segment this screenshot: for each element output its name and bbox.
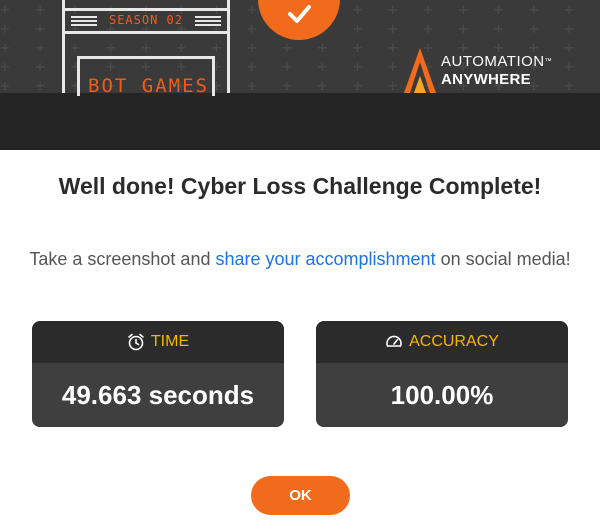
accuracy-value: 100.00% bbox=[316, 363, 568, 427]
brand-wordmark: AUTOMATION™ ANYWHERE bbox=[441, 53, 553, 88]
checkmark-icon bbox=[288, 5, 311, 23]
share-accomplishment-link[interactable]: share your accomplishment bbox=[215, 249, 435, 269]
arcade-cabinet-graphic: SEASON 02 BOT GAMES bbox=[62, 0, 230, 97]
accuracy-label: ACCURACY bbox=[409, 333, 499, 350]
dialog-subtitle: Take a screenshot and share your accompl… bbox=[29, 249, 571, 269]
time-stat-header: TIME bbox=[32, 321, 284, 363]
banner: + + + + + + + + + + + + + + + + + + + + … bbox=[0, 0, 600, 150]
arcade-screen: BOT GAMES bbox=[77, 56, 215, 97]
season-label: SEASON 02 bbox=[108, 13, 184, 27]
accuracy-stat-card: ACCURACY 100.00% bbox=[316, 321, 568, 427]
dialog-title: Well done! Cyber Loss Challenge Complete… bbox=[58, 173, 542, 199]
accuracy-stat-header: ACCURACY bbox=[316, 321, 568, 363]
banner-strip bbox=[0, 93, 600, 150]
ok-button[interactable]: OK bbox=[251, 476, 350, 515]
game-label: BOT GAMES bbox=[88, 75, 209, 97]
speedometer-icon bbox=[386, 335, 402, 347]
arcade-marquee: SEASON 02 bbox=[65, 8, 227, 34]
automation-anywhere-logo-icon bbox=[404, 48, 436, 93]
alarm-clock-icon bbox=[128, 333, 144, 351]
time-stat-card: TIME 49.663 seconds bbox=[32, 321, 284, 427]
time-label: TIME bbox=[150, 333, 190, 350]
time-value: 49.663 seconds bbox=[32, 363, 284, 427]
